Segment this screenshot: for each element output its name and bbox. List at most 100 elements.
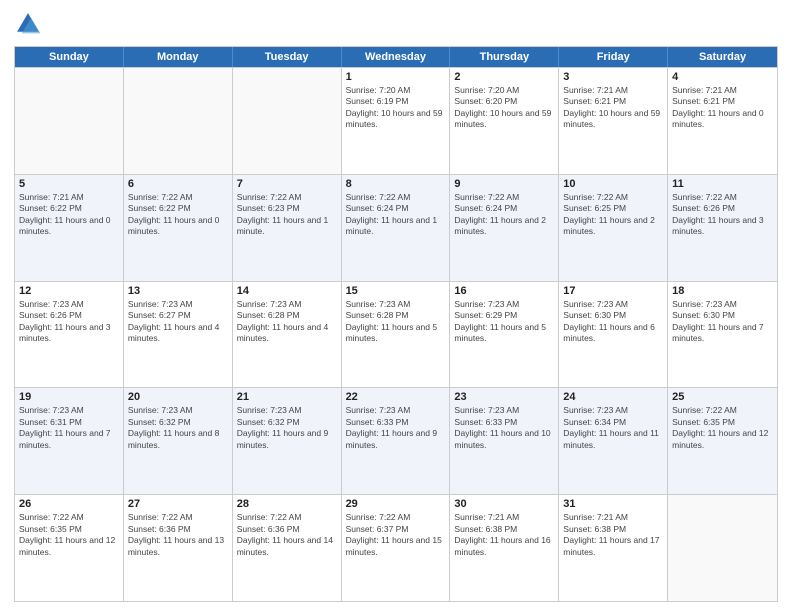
day-number: 29 (346, 498, 446, 510)
day-number: 3 (563, 71, 663, 83)
day-number: 28 (237, 498, 337, 510)
day-cell-7: 7Sunrise: 7:22 AM Sunset: 6:23 PM Daylig… (233, 175, 342, 281)
day-info: Sunrise: 7:23 AM Sunset: 6:32 PM Dayligh… (128, 405, 228, 451)
day-cell-26: 26 Sunrise: 7:22 AM Sunset: 6:35 PM Dayli… (15, 495, 124, 601)
empty-cell (668, 495, 777, 601)
day-info: Sunrise: 7:23 AM Sunset: 6:29 PM Dayligh… (454, 299, 554, 345)
day-number: 8 (346, 178, 446, 190)
day-info: Sunrise: 7:23 AM Sunset: 6:30 PM Dayligh… (672, 299, 773, 345)
day-number: 24 (563, 391, 663, 403)
day-number: 31 (563, 498, 663, 510)
week-row-3: 12 Sunrise: 7:23 AM Sunset: 6:26 PM Dayli… (15, 281, 777, 388)
day-info: Sunrise: 7:21 AM Sunset: 6:21 PM Dayligh… (563, 85, 663, 131)
day-number: 6 (128, 178, 228, 190)
day-info: Sunrise: 7:22 AM Sunset: 6:26 PM Dayligh… (672, 192, 773, 238)
header-day-tuesday: Tuesday (233, 47, 342, 67)
day-info: Sunrise: 7:22 AM Sunset: 6:35 PM Dayligh… (19, 512, 119, 558)
day-info: Sunrise: 7:23 AM Sunset: 6:32 PM Dayligh… (237, 405, 337, 451)
day-number: 12 (19, 285, 119, 297)
day-info: Sunrise: 7:23 AM Sunset: 6:33 PM Dayligh… (454, 405, 554, 451)
day-info: Sunrise: 7:21 AM Sunset: 6:22 PM Dayligh… (19, 192, 119, 238)
calendar: SundayMondayTuesdayWednesdayThursdayFrid… (14, 46, 778, 602)
empty-cell (15, 68, 124, 174)
day-number: 19 (19, 391, 119, 403)
day-cell-22: 22 Sunrise: 7:23 AM Sunset: 6:33 PM Dayli… (342, 388, 451, 494)
day-number: 9 (454, 178, 554, 190)
logo-icon (14, 10, 42, 38)
day-number: 13 (128, 285, 228, 297)
day-number: 2 (454, 71, 554, 83)
day-cell-19: 19 Sunrise: 7:23 AM Sunset: 6:31 PM Dayli… (15, 388, 124, 494)
week-row-5: 26 Sunrise: 7:22 AM Sunset: 6:35 PM Dayli… (15, 494, 777, 601)
day-cell-20: 20Sunrise: 7:23 AM Sunset: 6:32 PM Dayli… (124, 388, 233, 494)
header-day-sunday: Sunday (15, 47, 124, 67)
day-info: Sunrise: 7:22 AM Sunset: 6:24 PM Dayligh… (454, 192, 554, 238)
day-info: Sunrise: 7:20 AM Sunset: 6:20 PM Dayligh… (454, 85, 554, 131)
day-cell-29: 29Sunrise: 7:22 AM Sunset: 6:37 PM Dayli… (342, 495, 451, 601)
empty-cell (233, 68, 342, 174)
day-info: Sunrise: 7:23 AM Sunset: 6:26 PM Dayligh… (19, 299, 119, 345)
day-number: 21 (237, 391, 337, 403)
day-info: Sunrise: 7:22 AM Sunset: 6:35 PM Dayligh… (672, 405, 773, 451)
day-number: 1 (346, 71, 446, 83)
day-info: Sunrise: 7:22 AM Sunset: 6:23 PM Dayligh… (237, 192, 337, 238)
day-cell-25: 25 Sunrise: 7:22 AM Sunset: 6:35 PM Dayli… (668, 388, 777, 494)
day-cell-5: 5 Sunrise: 7:21 AM Sunset: 6:22 PM Daylig… (15, 175, 124, 281)
day-cell-2: 2 Sunrise: 7:20 AM Sunset: 6:20 PM Daylig… (450, 68, 559, 174)
day-number: 16 (454, 285, 554, 297)
day-cell-12: 12 Sunrise: 7:23 AM Sunset: 6:26 PM Dayli… (15, 282, 124, 388)
day-info: Sunrise: 7:23 AM Sunset: 6:31 PM Dayligh… (19, 405, 119, 451)
day-cell-11: 11 Sunrise: 7:22 AM Sunset: 6:26 PM Dayli… (668, 175, 777, 281)
day-cell-16: 16 Sunrise: 7:23 AM Sunset: 6:29 PM Dayli… (450, 282, 559, 388)
day-info: Sunrise: 7:23 AM Sunset: 6:28 PM Dayligh… (346, 299, 446, 345)
day-info: Sunrise: 7:22 AM Sunset: 6:24 PM Dayligh… (346, 192, 446, 238)
day-info: Sunrise: 7:22 AM Sunset: 6:36 PM Dayligh… (237, 512, 337, 558)
day-cell-10: 10 Sunrise: 7:22 AM Sunset: 6:25 PM Dayli… (559, 175, 668, 281)
day-number: 26 (19, 498, 119, 510)
day-number: 15 (346, 285, 446, 297)
day-number: 18 (672, 285, 773, 297)
day-cell-1: 1Sunrise: 7:20 AM Sunset: 6:19 PM Daylig… (342, 68, 451, 174)
day-number: 5 (19, 178, 119, 190)
logo (14, 10, 46, 38)
day-cell-28: 28 Sunrise: 7:22 AM Sunset: 6:36 PM Dayli… (233, 495, 342, 601)
day-info: Sunrise: 7:23 AM Sunset: 6:33 PM Dayligh… (346, 405, 446, 451)
calendar-header: SundayMondayTuesdayWednesdayThursdayFrid… (15, 47, 777, 67)
calendar-body: 1Sunrise: 7:20 AM Sunset: 6:19 PM Daylig… (15, 67, 777, 601)
day-info: Sunrise: 7:23 AM Sunset: 6:28 PM Dayligh… (237, 299, 337, 345)
day-cell-3: 3 Sunrise: 7:21 AM Sunset: 6:21 PM Daylig… (559, 68, 668, 174)
day-cell-21: 21 Sunrise: 7:23 AM Sunset: 6:32 PM Dayli… (233, 388, 342, 494)
day-info: Sunrise: 7:21 AM Sunset: 6:21 PM Dayligh… (672, 85, 773, 131)
day-cell-27: 27Sunrise: 7:22 AM Sunset: 6:36 PM Dayli… (124, 495, 233, 601)
day-cell-4: 4 Sunrise: 7:21 AM Sunset: 6:21 PM Daylig… (668, 68, 777, 174)
day-cell-15: 15 Sunrise: 7:23 AM Sunset: 6:28 PM Dayli… (342, 282, 451, 388)
page: SundayMondayTuesdayWednesdayThursdayFrid… (0, 0, 792, 612)
day-number: 23 (454, 391, 554, 403)
day-cell-6: 6Sunrise: 7:22 AM Sunset: 6:22 PM Daylig… (124, 175, 233, 281)
day-number: 11 (672, 178, 773, 190)
day-number: 30 (454, 498, 554, 510)
day-number: 25 (672, 391, 773, 403)
day-cell-23: 23 Sunrise: 7:23 AM Sunset: 6:33 PM Dayli… (450, 388, 559, 494)
week-row-2: 5 Sunrise: 7:21 AM Sunset: 6:22 PM Daylig… (15, 174, 777, 281)
day-number: 10 (563, 178, 663, 190)
day-number: 4 (672, 71, 773, 83)
day-cell-14: 14 Sunrise: 7:23 AM Sunset: 6:28 PM Dayli… (233, 282, 342, 388)
day-info: Sunrise: 7:22 AM Sunset: 6:25 PM Dayligh… (563, 192, 663, 238)
day-cell-17: 17Sunrise: 7:23 AM Sunset: 6:30 PM Dayli… (559, 282, 668, 388)
day-number: 22 (346, 391, 446, 403)
day-info: Sunrise: 7:23 AM Sunset: 6:30 PM Dayligh… (563, 299, 663, 345)
header-day-wednesday: Wednesday (342, 47, 451, 67)
day-info: Sunrise: 7:21 AM Sunset: 6:38 PM Dayligh… (563, 512, 663, 558)
day-number: 14 (237, 285, 337, 297)
day-cell-31: 31 Sunrise: 7:21 AM Sunset: 6:38 PM Dayli… (559, 495, 668, 601)
empty-cell (124, 68, 233, 174)
day-info: Sunrise: 7:21 AM Sunset: 6:38 PM Dayligh… (454, 512, 554, 558)
day-info: Sunrise: 7:23 AM Sunset: 6:34 PM Dayligh… (563, 405, 663, 451)
header-day-monday: Monday (124, 47, 233, 67)
day-cell-9: 9 Sunrise: 7:22 AM Sunset: 6:24 PM Daylig… (450, 175, 559, 281)
day-cell-24: 24 Sunrise: 7:23 AM Sunset: 6:34 PM Dayli… (559, 388, 668, 494)
header-day-saturday: Saturday (668, 47, 777, 67)
day-cell-30: 30 Sunrise: 7:21 AM Sunset: 6:38 PM Dayli… (450, 495, 559, 601)
week-row-4: 19 Sunrise: 7:23 AM Sunset: 6:31 PM Dayli… (15, 387, 777, 494)
